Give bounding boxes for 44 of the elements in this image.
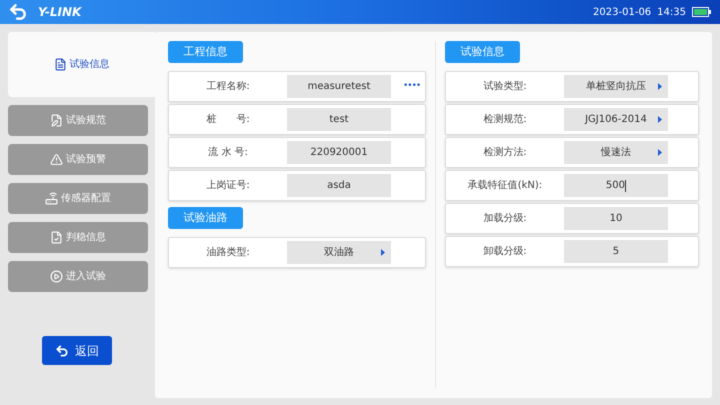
input-field[interactable]: test <box>287 108 391 131</box>
input-field[interactable]: 5 <box>564 240 668 263</box>
back-icon[interactable] <box>8 2 28 22</box>
caret-icon <box>658 149 662 156</box>
dropdown[interactable]: JGJ106-2014 <box>564 108 668 131</box>
field-label: 检测方法: <box>482 146 528 160</box>
sidebar-tab[interactable]: 试验信息 <box>8 32 155 97</box>
section-header: 试验信息 <box>444 41 520 63</box>
checklist-icon <box>50 231 63 244</box>
field-label: 试验类型: <box>482 80 528 94</box>
back-button[interactable]: 返回 <box>42 336 112 365</box>
input-field[interactable]: 500 <box>564 174 668 197</box>
caret-icon <box>658 116 662 123</box>
field-label: 流 水 号: <box>207 146 249 160</box>
section-header: 工程信息 <box>168 41 243 63</box>
field-label: 承载特征值(kN): <box>466 178 544 193</box>
back-icon <box>55 344 69 358</box>
input-field[interactable]: asda <box>287 174 391 197</box>
date-text: 2023-01-06 <box>593 6 652 20</box>
logo: Y-LINK <box>38 4 82 21</box>
dropdown[interactable]: 慢速法 <box>564 141 668 164</box>
input-field[interactable]: measuretest <box>287 75 391 98</box>
field-label: 检测规范: <box>482 112 528 127</box>
field-label: 加载分级: <box>482 212 528 226</box>
section-header: 试验油路 <box>168 207 243 229</box>
edit-document-icon <box>50 114 63 127</box>
time-text: 14:35 <box>657 6 686 20</box>
field-label: 工程名称: <box>205 80 251 94</box>
field-label: 油路类型: <box>205 246 251 260</box>
play-icon <box>50 270 63 283</box>
caret-icon <box>658 83 662 90</box>
field-label: 上岗证号: <box>205 178 251 193</box>
field-label: 桩 号: <box>205 112 251 127</box>
dropdown[interactable]: 单桩竖向抗压 <box>564 75 668 98</box>
field-label: 卸载分级: <box>482 244 528 259</box>
input-field[interactable]: 10 <box>564 207 668 230</box>
router-icon <box>45 192 58 205</box>
warning-icon <box>50 153 63 166</box>
battery-icon <box>692 7 712 17</box>
more-button[interactable]: •••• <box>403 80 420 94</box>
input-field[interactable]: 220920001 <box>287 141 391 164</box>
caret-icon <box>381 249 385 256</box>
document-icon <box>54 58 66 71</box>
dropdown[interactable]: 双油路 <box>287 241 391 264</box>
